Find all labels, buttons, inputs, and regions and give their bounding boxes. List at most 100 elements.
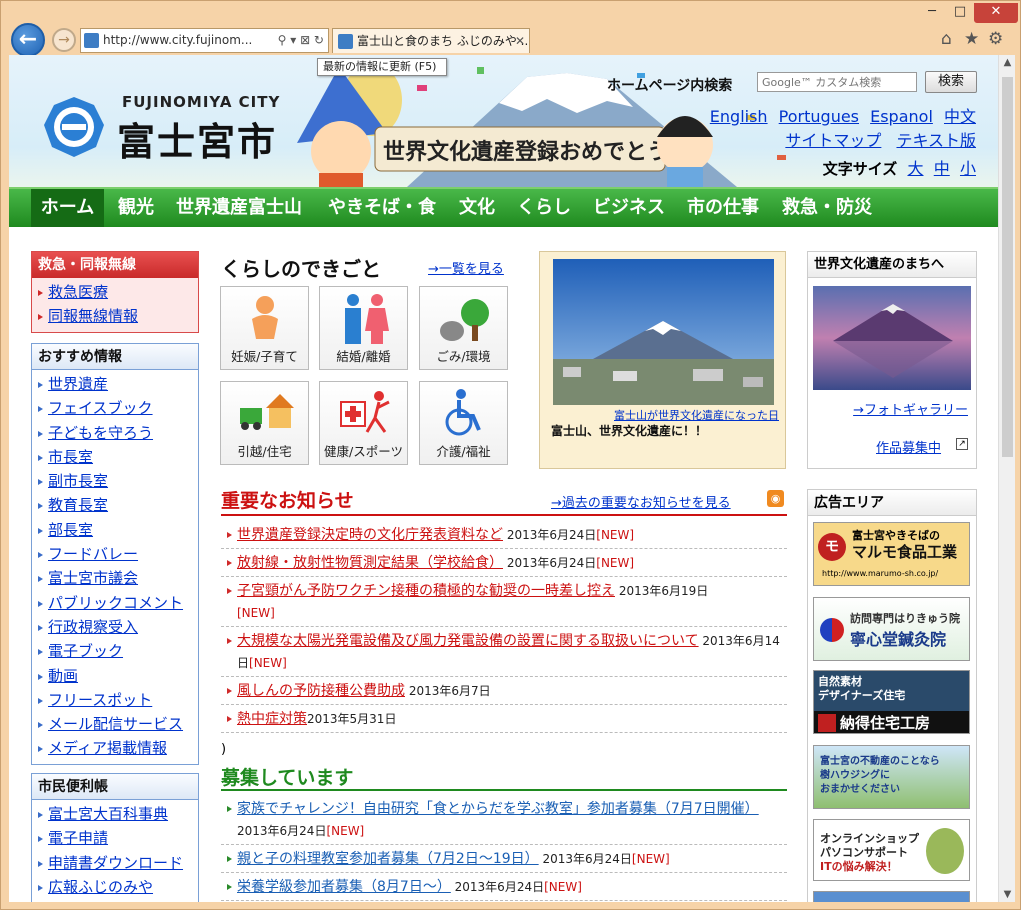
recommend-link[interactable]: 教育長室 — [48, 496, 108, 514]
list-item[interactable]: メディア掲載情報 — [32, 736, 198, 760]
rss-icon[interactable]: ◉ — [767, 490, 784, 507]
nav-city-work[interactable]: 市の仕事 — [679, 189, 767, 227]
browser-tab[interactable]: 富士山と食のまち ふじのみや ... ✕ — [332, 28, 530, 53]
scroll-down-icon[interactable]: ▼ — [999, 889, 1016, 900]
recommend-link[interactable]: フェイスブック — [48, 399, 153, 417]
recommend-link[interactable]: 世界遺産 — [48, 375, 108, 393]
recommend-link[interactable]: 部長室 — [48, 521, 93, 539]
nav-tourism[interactable]: 観光 — [111, 189, 161, 227]
search-button[interactable]: 検索 — [925, 71, 977, 93]
recommend-link[interactable]: 動画 — [48, 667, 78, 685]
tile-care[interactable]: 介護/福祉 — [419, 381, 508, 465]
address-bar[interactable]: http://www.city.fujinom... ⚲ ▾ ⊠ ↻ — [80, 28, 329, 53]
broadcast-info-link[interactable]: 同報無線情報 — [48, 307, 138, 325]
list-item[interactable]: 富士宮市議会 — [32, 566, 198, 590]
ad-banner-it-support[interactable]: オンラインショップ パソコンサポート ITの悩み解決！ — [813, 819, 970, 881]
citizen-link[interactable]: 広報ふじのみや — [48, 878, 153, 896]
scroll-thumb[interactable] — [1002, 77, 1013, 457]
nav-yakisoba[interactable]: やきそば・食 — [317, 189, 447, 227]
ad-banner-nattoku[interactable]: 自然素材 デザイナーズ住宅 納得住宅工房 — [813, 670, 970, 734]
recommend-link[interactable]: 富士宮市議会 — [48, 569, 138, 587]
list-item[interactable]: 部長室 — [32, 518, 198, 542]
font-medium-link[interactable]: 中 — [934, 159, 950, 178]
recommend-link[interactable]: 電子ブック — [48, 642, 123, 660]
maximize-button[interactable]: □ — [946, 3, 974, 23]
recruit-link[interactable]: 親と子の料理教室参加者募集（7月2日～19日） — [237, 851, 539, 867]
lang-espanol-link[interactable]: Espanol — [870, 107, 933, 126]
recommend-link[interactable]: パブリックコメント — [48, 594, 183, 612]
list-item[interactable]: 富士宮大百科事典 — [32, 802, 198, 826]
list-item[interactable]: 行政視察受入 — [32, 615, 198, 639]
lang-english-link[interactable]: English — [710, 107, 768, 126]
minimize-button[interactable]: ─ — [918, 3, 946, 23]
list-item[interactable]: フードバレー — [32, 542, 198, 566]
list-item[interactable]: 電子ブック — [32, 639, 198, 663]
list-item[interactable]: 申請書ダウンロード — [32, 851, 198, 875]
font-small-link[interactable]: 小 — [960, 159, 976, 178]
nav-world-heritage[interactable]: 世界遺産富士山 — [169, 189, 309, 227]
tile-pregnancy[interactable]: 妊娠/子育て — [220, 286, 309, 370]
recommend-link[interactable]: 子どもを守ろう — [48, 424, 153, 442]
tile-marriage[interactable]: 結婚/離婚 — [319, 286, 408, 370]
recommend-link[interactable]: フリースポット — [48, 691, 152, 709]
notice-link[interactable]: 世界遺産登録決定時の文化庁発表資料など — [237, 527, 503, 543]
recruit-link[interactable]: 家族でチャレンジ！自由研究「食とからだを学ぶ教室」参加者募集（7月7日開催） — [237, 801, 759, 817]
address-tools-icon[interactable]: ⚲ ▾ ⊠ ↻ — [273, 29, 324, 52]
fuji-lake-photo[interactable] — [813, 286, 971, 390]
logo-english[interactable]: FUJINOMIYA CITY — [122, 93, 280, 111]
works-wanted-link[interactable]: 作品募集中 — [876, 437, 941, 456]
recommend-link[interactable]: メディア掲載情報 — [48, 739, 167, 757]
font-large-link[interactable]: 大 — [907, 159, 923, 178]
nav-home[interactable]: ホーム — [31, 189, 104, 227]
sitemap-link[interactable]: サイトマップ — [785, 131, 881, 150]
list-item[interactable]: フェイスブック — [32, 396, 198, 420]
fuji-photo[interactable] — [553, 259, 774, 405]
text-version-link[interactable]: テキスト版 — [896, 131, 976, 150]
ad-banner-neishindo[interactable]: 訪問専門はりきゅう院 寧心堂鍼灸院 — [813, 597, 970, 661]
list-item[interactable]: 子どもを守ろう — [32, 421, 198, 445]
favorites-star-icon[interactable]: ★ — [964, 29, 979, 49]
citizen-link[interactable]: 電子申請 — [48, 829, 108, 847]
list-item[interactable]: パブリックコメント — [32, 591, 198, 615]
scroll-up-icon[interactable]: ▲ — [999, 57, 1016, 68]
notice-link[interactable]: 子宮頸がん予防ワクチン接種の積極的な勧奨の一時差し控え — [237, 583, 615, 599]
settings-gear-icon[interactable]: ⚙ — [988, 29, 1003, 49]
close-window-button[interactable]: ✕ — [974, 3, 1018, 23]
list-item[interactable]: メール配信サービス — [32, 712, 198, 736]
nav-living[interactable]: くらし — [509, 189, 579, 227]
list-item[interactable]: 同報無線情報 — [32, 304, 198, 328]
lang-portugues-link[interactable]: Portugues — [779, 107, 859, 126]
recommend-link[interactable]: 副市長室 — [48, 472, 108, 490]
logo-japanese[interactable]: 富士宮市 — [117, 111, 277, 166]
city-emblem-icon[interactable] — [42, 95, 106, 159]
list-item[interactable]: 動画 — [32, 664, 198, 688]
nav-emergency[interactable]: 救急・防災 — [775, 189, 879, 227]
emergency-medical-link[interactable]: 救急医療 — [48, 283, 108, 301]
list-item[interactable]: 電子申請 — [32, 826, 198, 850]
vertical-scrollbar[interactable]: ▲ ▼ — [998, 55, 1015, 902]
nav-business[interactable]: ビジネス — [587, 189, 671, 227]
lang-chinese-link[interactable]: 中文 — [944, 107, 976, 126]
list-item[interactable]: 広報ふじのみや — [32, 875, 198, 899]
notice-link[interactable]: 放射線・放射性物質測定結果（学校給食） — [237, 555, 503, 571]
notice-link[interactable]: 熱中症対策 — [237, 711, 307, 727]
search-input[interactable] — [757, 72, 917, 92]
ad-banner-itsuki[interactable]: 富士宮の不動産のことなら 樹ハウジングに おまかせください — [813, 745, 970, 809]
life-events-more-link[interactable]: →一覧を見る — [428, 258, 504, 277]
ad-banner-partial[interactable] — [813, 891, 970, 902]
recommend-link[interactable]: フードバレー — [48, 545, 138, 563]
home-icon[interactable]: ⌂ — [941, 29, 952, 49]
back-button[interactable]: ← — [11, 23, 45, 57]
tile-health[interactable]: 健康/スポーツ — [319, 381, 408, 465]
recommend-link[interactable]: メール配信サービス — [48, 715, 183, 733]
recommend-link[interactable]: 行政視察受入 — [48, 618, 138, 636]
list-item[interactable]: 市長室 — [32, 445, 198, 469]
list-item[interactable]: 世界遺産 — [32, 372, 198, 396]
notices-past-link[interactable]: →過去の重要なお知らせを見る — [551, 492, 731, 511]
citizen-link[interactable]: 富士宮大百科事典 — [48, 805, 168, 823]
tile-garbage[interactable]: ごみ/環境 — [419, 286, 508, 370]
list-item[interactable]: 救急医療 — [32, 280, 198, 304]
fuji-heritage-link[interactable]: 富士山が世界文化遺産になった日 — [540, 407, 787, 423]
ad-banner-marumo[interactable]: モ 富士宮やきそばの マルモ食品工業 http://www.marumo-sh.… — [813, 522, 970, 586]
nav-culture[interactable]: 文化 — [454, 189, 500, 227]
